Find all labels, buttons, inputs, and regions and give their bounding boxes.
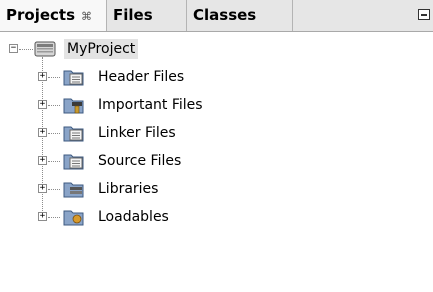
tree-item-label: Important Files — [98, 97, 203, 113]
source-folder-icon — [63, 154, 84, 170]
tree-connector-line — [48, 133, 60, 134]
tree-connector-line — [48, 105, 60, 106]
tab-classes[interactable]: Classes — [187, 0, 293, 31]
tree-connector-line — [48, 217, 60, 218]
tab-projects-label: Projects — [6, 6, 76, 24]
loadables-folder-icon — [63, 210, 84, 226]
important-folder-icon — [63, 98, 84, 114]
tree-connector-line — [48, 77, 60, 78]
tab-classes-label: Classes — [193, 6, 257, 24]
tab-files[interactable]: Files — [107, 0, 187, 31]
tree-item-label: Loadables — [98, 209, 169, 225]
tree-item-label: Source Files — [98, 153, 182, 169]
tree-connector-line — [48, 161, 60, 162]
expand-icon[interactable]: + — [38, 100, 47, 109]
tree-item-label: Linker Files — [98, 125, 176, 141]
tree-item-label: Libraries — [98, 181, 159, 197]
tab-bar: Projects ⌘ Files Classes — [0, 0, 433, 32]
tree-root-label[interactable]: MyProject — [64, 39, 139, 59]
project-tree: − MyProject + Header Files + Important F… — [0, 33, 433, 292]
tab-projects[interactable]: Projects ⌘ — [0, 0, 107, 31]
expand-icon[interactable]: + — [38, 72, 47, 81]
expand-icon[interactable]: + — [38, 156, 47, 165]
header-folder-icon — [63, 70, 84, 86]
root-collapse-icon[interactable]: − — [9, 44, 18, 53]
linker-folder-icon — [63, 126, 84, 142]
tree-connector-line — [48, 189, 60, 190]
minimize-window-button[interactable] — [418, 9, 430, 20]
tree-item-label: Header Files — [98, 69, 185, 85]
expand-icon[interactable]: + — [38, 128, 47, 137]
libraries-folder-icon — [63, 182, 84, 198]
tab-close-icon[interactable]: ⌘ — [81, 10, 92, 23]
tab-files-label: Files — [113, 6, 153, 24]
project-icon — [34, 41, 56, 57]
expand-icon[interactable]: + — [38, 184, 47, 193]
tree-connector-line — [19, 49, 33, 50]
expand-icon[interactable]: + — [38, 212, 47, 221]
